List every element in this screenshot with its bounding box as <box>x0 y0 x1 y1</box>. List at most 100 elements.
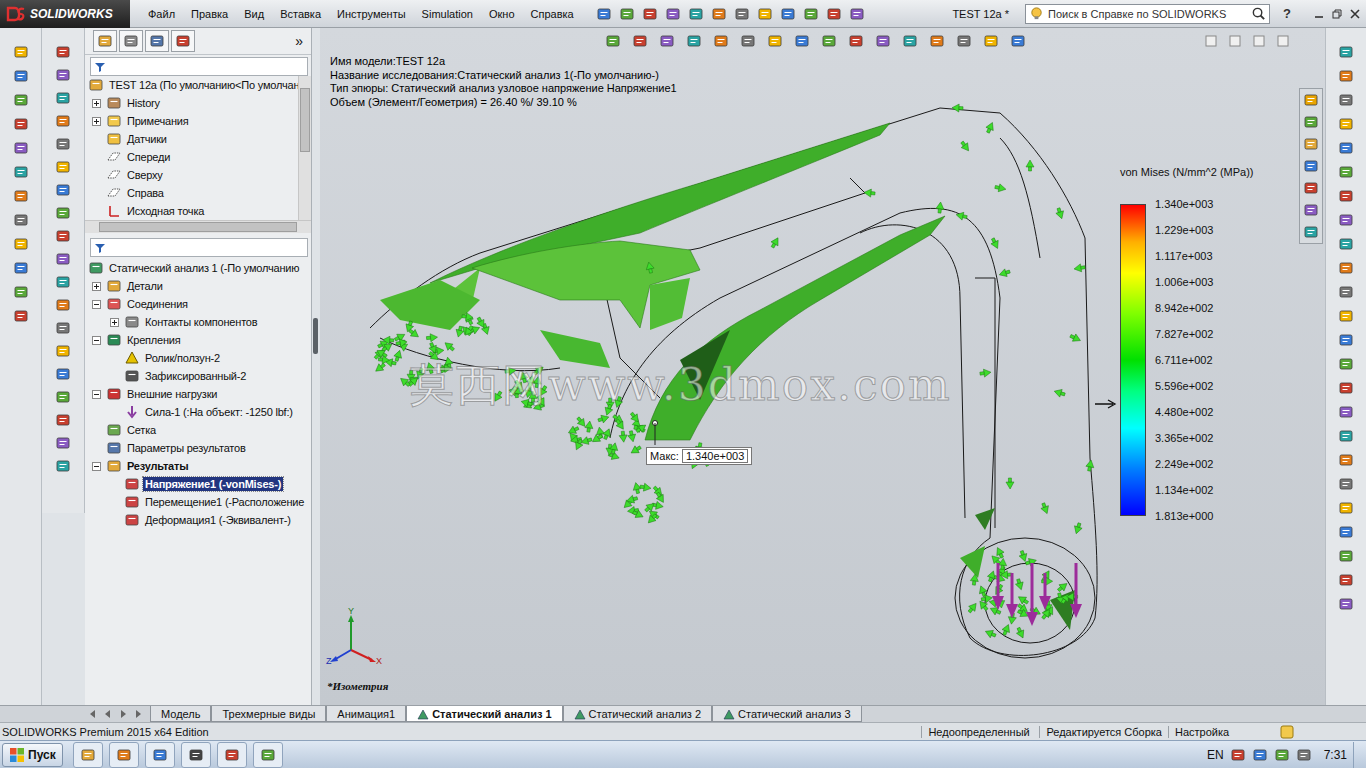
menu-item[interactable]: Справка <box>523 8 582 20</box>
view-icon[interactable] <box>659 33 675 49</box>
taskbar-app[interactable] <box>145 742 175 768</box>
vertical-scrollbar[interactable] <box>298 76 311 220</box>
study-filter[interactable] <box>90 238 308 257</box>
view-icon[interactable] <box>713 33 729 49</box>
sketch-tool-icon[interactable] <box>1338 500 1354 516</box>
sketch-tool-icon[interactable] <box>1338 116 1354 132</box>
study-tree-label[interactable]: Деформация1 (-Эквивалент-) <box>143 513 293 527</box>
toolbar-icon[interactable] <box>826 6 842 22</box>
document-tab[interactable]: Статический анализ 3 <box>712 706 862 722</box>
sketch-tool-icon[interactable] <box>1338 260 1354 276</box>
sketch-tool-icon[interactable] <box>1338 284 1354 300</box>
manager-tab[interactable] <box>171 30 195 52</box>
toolbar-icon[interactable] <box>780 6 796 22</box>
toolbar-icon[interactable] <box>688 6 704 22</box>
sketch-tool-icon[interactable] <box>1338 476 1354 492</box>
taskbar-app[interactable] <box>109 742 139 768</box>
feature-tree-label[interactable]: Справа <box>125 186 166 200</box>
collapse-icon[interactable] <box>92 336 101 345</box>
sketch-tool-icon[interactable] <box>1338 140 1354 156</box>
viewport-button-icon[interactable] <box>1205 35 1217 47</box>
collapse-icon[interactable] <box>92 300 101 309</box>
feature-tree-item[interactable]: Датчики <box>85 130 298 148</box>
panel-splitter[interactable] <box>312 28 320 705</box>
sketch-tool-icon[interactable] <box>1338 356 1354 372</box>
menu-item[interactable]: Файл <box>140 8 183 20</box>
tool-icon[interactable] <box>55 182 71 198</box>
tool-icon[interactable] <box>55 435 71 451</box>
tool-icon[interactable] <box>55 136 71 152</box>
study-tree-item[interactable]: Зафиксированный-2 <box>85 367 311 385</box>
study-tree-item[interactable]: Сетка <box>85 421 311 439</box>
view-icon[interactable] <box>929 33 945 49</box>
menu-item[interactable]: Окно <box>481 8 523 20</box>
tray-icon[interactable] <box>1296 747 1312 763</box>
tool-icon[interactable] <box>55 412 71 428</box>
app-icon[interactable] <box>116 747 132 763</box>
menu-item[interactable]: Инструменты <box>329 8 414 20</box>
study-tree-item[interactable]: Ролик/ползун-2 <box>85 349 311 367</box>
help-search[interactable]: Поиск в Справке по SOLIDWORKS <box>1025 4 1270 24</box>
toolbar-icon[interactable] <box>711 6 727 22</box>
app-icon[interactable] <box>260 747 276 763</box>
toolbar-icon[interactable] <box>849 6 865 22</box>
toolbar-icon[interactable] <box>734 6 750 22</box>
study-tree-item[interactable]: Детали <box>85 277 311 295</box>
task-pane-icon[interactable] <box>1303 224 1319 240</box>
tool-icon[interactable] <box>13 68 29 84</box>
study-tree-label[interactable]: Напряжение1 (-vonMises-) <box>143 477 283 491</box>
sketch-tool-icon[interactable] <box>1338 428 1354 444</box>
study-tree-label[interactable]: Статический анализ 1 (-По умолчанию <box>107 261 301 275</box>
sketch-tool-icon[interactable] <box>1338 308 1354 324</box>
feature-tree-item[interactable]: Исходная точка <box>85 202 298 220</box>
view-icon[interactable] <box>902 33 918 49</box>
sketch-tool-icon[interactable] <box>1338 572 1354 588</box>
sketch-tool-icon[interactable] <box>1338 212 1354 228</box>
tool-icon[interactable] <box>13 116 29 132</box>
expand-icon[interactable] <box>92 99 101 108</box>
collapse-icon[interactable] <box>92 390 101 399</box>
menu-item[interactable]: Вид <box>236 8 272 20</box>
study-tree-item[interactable]: Соединения <box>85 295 311 313</box>
view-icon[interactable] <box>767 33 783 49</box>
restore-icon[interactable] <box>1330 7 1344 21</box>
view-icon[interactable] <box>632 33 648 49</box>
tray-icon[interactable] <box>1274 747 1290 763</box>
view-icon[interactable] <box>956 33 972 49</box>
tool-icon[interactable] <box>13 164 29 180</box>
tool-icon[interactable] <box>55 343 71 359</box>
menu-item[interactable]: Simulation <box>414 8 481 20</box>
tool-icon[interactable] <box>55 228 71 244</box>
study-tree-label[interactable]: Параметры результатов <box>125 441 248 455</box>
document-tab[interactable]: Анимация1 <box>326 706 406 722</box>
view-icon[interactable] <box>686 33 702 49</box>
view-icon[interactable] <box>605 33 621 49</box>
task-pane-icon[interactable] <box>1303 92 1319 108</box>
tray-icon[interactable] <box>1252 747 1268 763</box>
tool-icon[interactable] <box>55 205 71 221</box>
sketch-tool-icon[interactable] <box>1338 524 1354 540</box>
study-tree-label[interactable]: Детали <box>125 279 165 293</box>
menu-item[interactable]: Вставка <box>272 8 329 20</box>
tool-icon[interactable] <box>55 67 71 83</box>
more-tabs-button[interactable]: » <box>295 33 303 49</box>
task-pane-icon[interactable] <box>1303 158 1319 174</box>
tab-scroll-icon[interactable] <box>102 708 114 720</box>
document-tab[interactable]: Трехмерные виды <box>211 706 326 722</box>
study-tree-label[interactable]: Внешние нагрузки <box>125 387 219 401</box>
tool-icon[interactable] <box>55 90 71 106</box>
sketch-tool-icon[interactable] <box>1338 188 1354 204</box>
taskbar-app[interactable] <box>73 742 103 768</box>
view-icon[interactable] <box>794 33 810 49</box>
tool-icon[interactable] <box>55 251 71 267</box>
language-indicator[interactable]: EN <box>1207 748 1224 762</box>
sketch-tool-icon[interactable] <box>1338 332 1354 348</box>
sketch-tool-icon[interactable] <box>1338 44 1354 60</box>
view-icon[interactable] <box>821 33 837 49</box>
tree-filter[interactable] <box>90 57 308 76</box>
close-icon[interactable] <box>1348 7 1362 21</box>
tool-icon[interactable] <box>55 458 71 474</box>
toolbar-icon[interactable] <box>596 6 612 22</box>
sketch-tool-icon[interactable] <box>1338 92 1354 108</box>
manager-tab-icon[interactable] <box>97 33 113 49</box>
